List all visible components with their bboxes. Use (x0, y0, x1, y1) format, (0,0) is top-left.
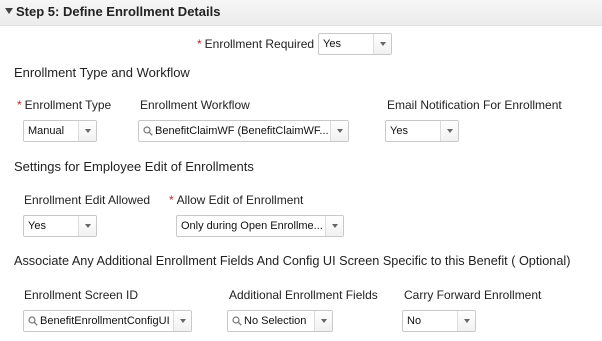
chevron-down-icon[interactable] (457, 311, 475, 331)
allow-edit-value: Only during Open Enrollme... (181, 220, 323, 232)
group-title-employee-edit: Settings for Employee Edit of Enrollment… (14, 159, 254, 174)
chevron-down-icon[interactable] (330, 121, 348, 141)
enrollment-required-label-text: Enrollment Required (204, 37, 315, 51)
chevron-down-icon[interactable] (325, 216, 343, 236)
enrollment-workflow-label: Enrollment Workflow (140, 98, 250, 112)
additional-fields-value: No Selection (244, 315, 307, 327)
group-title-type-workflow: Enrollment Type and Workflow (14, 65, 190, 80)
enrollment-workflow-lookup[interactable]: BenefitClaimWF (BenefitClaimWF... (138, 120, 349, 142)
magnifier-icon (143, 126, 153, 136)
edit-allowed-label: Enrollment Edit Allowed (24, 193, 151, 207)
email-notification-label: Email Notification For Enrollment (387, 98, 562, 112)
email-notification-select[interactable]: Yes (385, 120, 459, 142)
section-header[interactable]: Step 5: Define Enrollment Details (0, 0, 602, 26)
enrollment-required-label: * Enrollment Required (197, 37, 314, 51)
carry-forward-value: No (407, 315, 422, 327)
enrollment-type-label-text: Enrollment Type (24, 98, 112, 112)
additional-fields-lookup[interactable]: No Selection (227, 310, 333, 332)
required-indicator: * (17, 98, 22, 112)
edit-allowed-value: Yes (28, 220, 46, 232)
allow-edit-label: * Allow Edit of Enrollment (169, 193, 303, 207)
required-indicator: * (197, 37, 202, 51)
chevron-down-icon[interactable] (78, 121, 96, 141)
additional-fields-label: Additional Enrollment Fields (229, 288, 378, 302)
group-title-additional: Associate Any Additional Enrollment Fiel… (14, 254, 571, 268)
screen-id-value: BenefitEnrollmentConfigUI (40, 315, 170, 327)
enrollment-type-value: Manual (28, 125, 65, 137)
allow-edit-select[interactable]: Only during Open Enrollme... (176, 215, 344, 237)
magnifier-icon (28, 316, 38, 326)
section-title: Step 5: Define Enrollment Details (16, 4, 221, 19)
chevron-down-icon[interactable] (373, 34, 391, 54)
required-indicator: * (169, 193, 174, 207)
chevron-down-icon[interactable] (173, 311, 191, 331)
collapse-triangle-icon[interactable] (5, 8, 13, 14)
carry-forward-label: Carry Forward Enrollment (404, 288, 542, 302)
edit-allowed-select[interactable]: Yes (23, 215, 97, 237)
chevron-down-icon[interactable] (440, 121, 458, 141)
enrollment-workflow-value: BenefitClaimWF (BenefitClaimWF... (155, 125, 329, 137)
enrollment-required-select[interactable]: Yes (318, 33, 392, 55)
screen-id-label: Enrollment Screen ID (24, 288, 139, 302)
enrollment-type-label: * Enrollment Type (17, 98, 111, 112)
chevron-down-icon[interactable] (314, 311, 332, 331)
allow-edit-label-text: Allow Edit of Enrollment (176, 193, 304, 207)
email-notification-value: Yes (390, 125, 408, 137)
chevron-down-icon[interactable] (78, 216, 96, 236)
enrollment-required-value: Yes (323, 38, 341, 50)
carry-forward-select[interactable]: No (402, 310, 476, 332)
magnifier-icon (232, 316, 242, 326)
enrollment-type-select[interactable]: Manual (23, 120, 97, 142)
screen-id-lookup[interactable]: BenefitEnrollmentConfigUI (23, 310, 192, 332)
